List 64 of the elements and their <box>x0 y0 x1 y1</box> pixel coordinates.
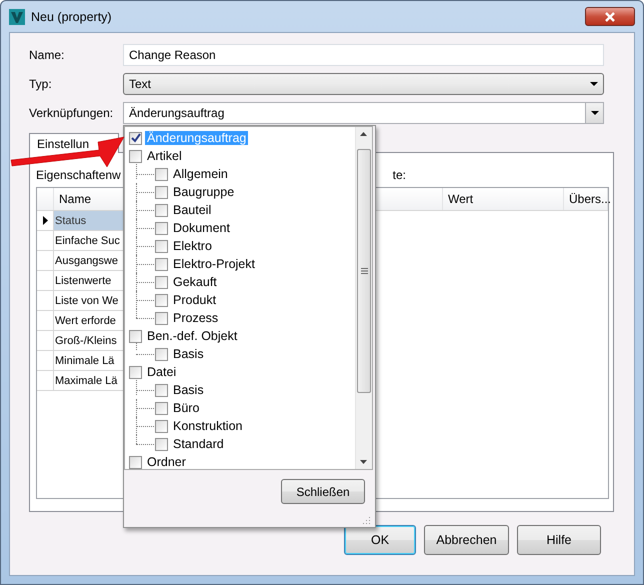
close-list-button[interactable]: Schließen <box>281 479 365 504</box>
scroll-up-icon[interactable] <box>360 132 367 136</box>
tree-item[interactable]: Prozess <box>171 311 220 325</box>
checkbox[interactable] <box>155 420 168 432</box>
tree-item[interactable]: Bauteil <box>171 203 214 217</box>
resize-grip-icon <box>362 516 371 525</box>
field-label: Typ: <box>29 77 53 91</box>
scrollbar[interactable] <box>355 127 372 469</box>
link-combo[interactable]: Änderungsauftrag <box>123 102 604 124</box>
field-label: Verknüpfungen: <box>29 106 114 120</box>
tree-item[interactable]: Allgemein <box>171 167 230 181</box>
tree-item[interactable]: Produkt <box>171 293 218 307</box>
checkbox[interactable] <box>129 150 142 162</box>
tree-item[interactable]: Basis <box>171 383 206 397</box>
checkbox[interactable] <box>129 366 142 378</box>
checkbox[interactable] <box>155 222 168 234</box>
checkbox[interactable] <box>155 204 168 216</box>
checkbox[interactable] <box>155 258 168 270</box>
caret-icon <box>590 110 598 116</box>
checkbox[interactable] <box>155 348 168 360</box>
checkbox[interactable] <box>155 384 168 396</box>
tree-item[interactable]: Baugruppe <box>171 185 236 199</box>
window-title: Neu (property) <box>31 10 112 24</box>
checkbox[interactable] <box>155 240 168 252</box>
tree-item[interactable]: Ordner <box>145 455 188 469</box>
tree-item[interactable]: Gekauft <box>171 275 219 289</box>
column-header[interactable]: Wert <box>443 188 564 210</box>
checkbox[interactable] <box>155 294 168 306</box>
checkbox[interactable] <box>129 456 142 468</box>
checkbox[interactable] <box>155 168 168 180</box>
section-label: Eigenschaftenw <box>36 168 121 184</box>
dialog-button[interactable]: Abbrechen <box>424 525 509 555</box>
dialog-button[interactable]: OK <box>344 525 416 555</box>
tree-item[interactable]: Basis <box>171 347 206 361</box>
name-field[interactable]: Change Reason <box>123 44 604 66</box>
tree-item[interactable]: Ben.-def. Objekt <box>145 329 240 343</box>
grip-lines-icon <box>360 268 368 274</box>
tree-item[interactable]: Artikel <box>145 149 184 163</box>
checkbox[interactable] <box>129 132 142 144</box>
caret-icon <box>590 82 598 86</box>
scroll-down-icon[interactable] <box>360 460 367 464</box>
checkbox[interactable] <box>129 330 142 342</box>
type-select[interactable]: Text <box>123 73 604 95</box>
scroll-thumb[interactable] <box>357 149 371 393</box>
tree-item[interactable]: Elektro-Projekt <box>171 257 257 271</box>
section-label: te: <box>392 168 406 184</box>
checkbox[interactable] <box>155 438 168 450</box>
tree-item[interactable]: Dokument <box>171 221 232 235</box>
checkbox[interactable] <box>155 276 168 288</box>
checkbox[interactable] <box>155 312 168 324</box>
dialog-button[interactable]: Hilfe <box>517 525 601 555</box>
tree-item[interactable]: Elektro <box>171 239 214 253</box>
field-label: Name: <box>29 48 66 62</box>
checkbox[interactable] <box>155 402 168 414</box>
checkbox[interactable] <box>155 186 168 198</box>
column-header[interactable]: Übers... <box>564 188 608 210</box>
tree-item[interactable]: Büro <box>171 401 202 415</box>
tree-item[interactable]: Standard <box>171 437 226 451</box>
close-icon <box>604 12 616 22</box>
close-button[interactable] <box>585 7 635 26</box>
tree-item[interactable]: Konstruktion <box>171 419 244 433</box>
tree-item[interactable]: Datei <box>145 365 178 379</box>
dropdown-button[interactable] <box>585 103 603 123</box>
app-logo-icon <box>9 8 25 24</box>
